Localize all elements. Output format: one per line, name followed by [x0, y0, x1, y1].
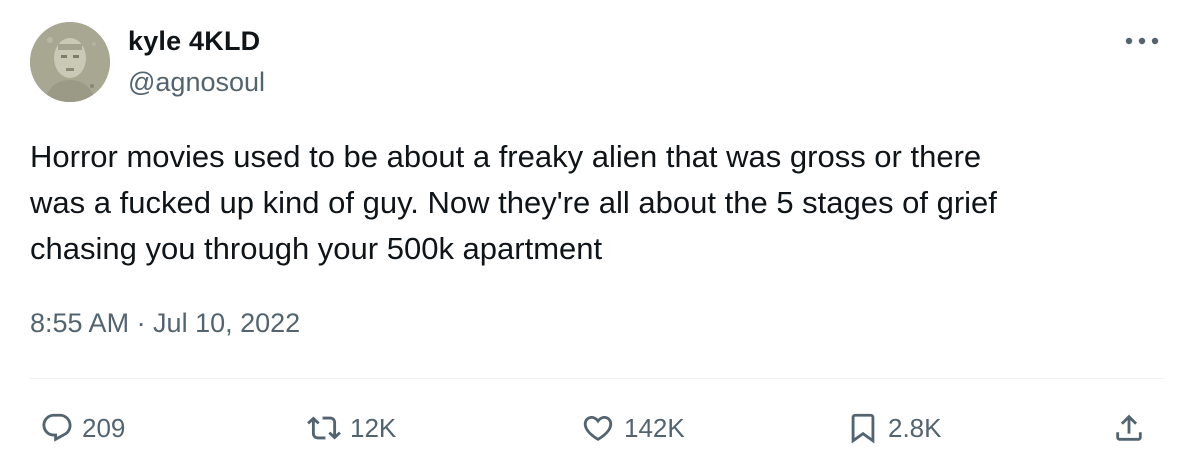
reply-count: 209 [82, 412, 126, 443]
like-button[interactable]: 142K [580, 406, 685, 450]
reply-button[interactable]: 209 [40, 406, 125, 450]
share-button[interactable] [1112, 406, 1154, 450]
heart-icon [580, 411, 616, 445]
more-options-button[interactable] [1120, 28, 1164, 54]
retweet-icon [306, 411, 342, 445]
tweet-card: kyle 4KLD @agnosoul Horror movies used t… [0, 0, 1192, 472]
bookmark-count: 2.8K [888, 412, 942, 443]
retweet-button[interactable]: 12K [306, 406, 396, 450]
bookmark-icon [846, 411, 880, 445]
tweet-text: Horror movies used to be about a freaky … [30, 134, 1160, 272]
share-icon [1112, 410, 1146, 446]
bookmark-button[interactable]: 2.8K [846, 406, 942, 450]
more-icon [1125, 37, 1159, 45]
tweet-timestamp[interactable]: 8:55 AM · Jul 10, 2022 [30, 308, 300, 339]
tweet-text-line: Horror movies used to be about a freaky … [30, 139, 982, 174]
divider [30, 378, 1164, 379]
display-name[interactable]: kyle 4KLD [128, 26, 260, 57]
avatar-image [30, 22, 110, 102]
retweet-count: 12K [350, 412, 397, 443]
tweet-text-line: chasing you through your 500k apartment [30, 231, 603, 266]
tweet-text-line: was a fucked up kind of guy. Now they're… [30, 185, 997, 220]
like-count: 142K [624, 412, 685, 443]
user-handle[interactable]: @agnosoul [128, 67, 265, 98]
reply-icon [40, 411, 74, 445]
avatar[interactable] [30, 22, 110, 102]
